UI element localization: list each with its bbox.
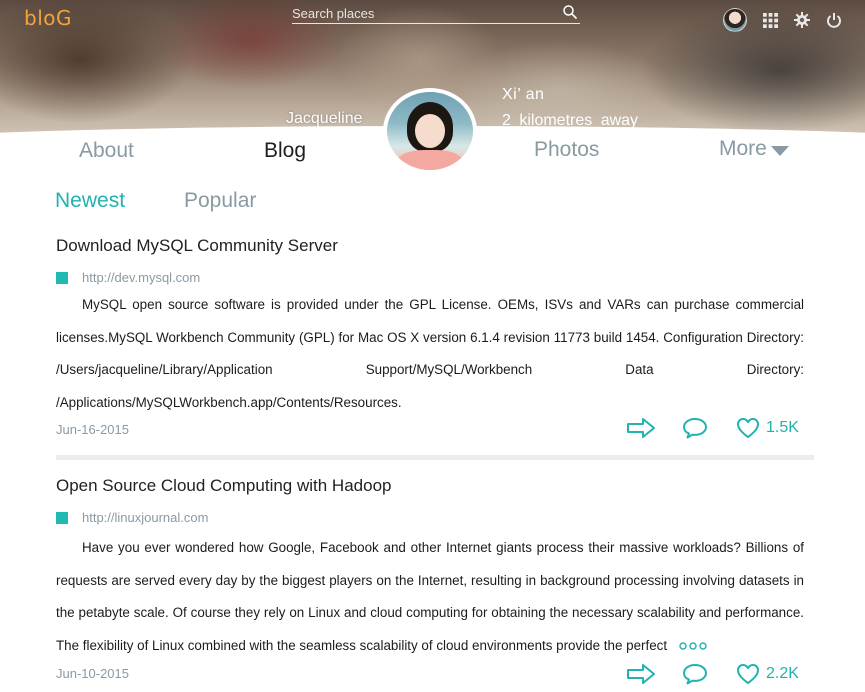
search-icon[interactable] (562, 4, 578, 20)
post-title[interactable]: Download MySQL Community Server (56, 236, 816, 256)
nav-photos[interactable]: Photos (534, 138, 599, 162)
post-body-text: Have you ever wondered how Google, Faceb… (56, 540, 804, 653)
like-button[interactable]: 2.2K (736, 663, 799, 685)
comment-icon (683, 418, 707, 439)
tab-newest[interactable]: Newest (55, 189, 125, 213)
post-body: Have you ever wondered how Google, Faceb… (56, 532, 804, 662)
share-button[interactable] (626, 663, 656, 685)
source-marker-icon (56, 271, 68, 284)
app-logo[interactable]: bloG (24, 6, 72, 30)
post-actions: 2.2K (626, 663, 799, 685)
post-actions: 1.5K (626, 417, 799, 439)
nav-more[interactable]: More (719, 137, 789, 161)
read-more-ellipsis-icon[interactable] (679, 641, 707, 651)
share-button[interactable] (626, 417, 656, 439)
share-arrow-icon (627, 664, 655, 684)
search-input[interactable] (292, 4, 552, 22)
post-date: Jun-10-2015 (56, 666, 129, 681)
heart-icon (737, 418, 759, 438)
tab-popular[interactable]: Popular (184, 189, 256, 213)
nav-blog[interactable]: Blog (264, 139, 306, 163)
nav-about[interactable]: About (79, 139, 134, 163)
profile-photo (387, 92, 473, 170)
comment-button[interactable] (656, 663, 708, 685)
blog-post: Download MySQL Community Server http://d… (56, 236, 816, 439)
power-icon[interactable] (825, 11, 843, 29)
post-url[interactable]: http://linuxjournal.com (82, 510, 208, 525)
blog-post: Open Source Cloud Computing with Hadoop … (56, 476, 816, 685)
post-date: Jun-16-2015 (56, 422, 129, 437)
source-marker-icon (56, 511, 68, 524)
search-bar[interactable] (292, 4, 580, 24)
share-arrow-icon (627, 418, 655, 438)
chevron-down-icon (770, 145, 789, 156)
profile-avatar[interactable] (383, 88, 477, 174)
comment-icon (683, 664, 707, 685)
location-distance: 2 kilometres away (502, 112, 639, 129)
gear-icon[interactable] (793, 11, 811, 29)
like-count: 2.2K (766, 665, 799, 682)
nav-more-label: More (719, 137, 767, 160)
header-actions (723, 8, 843, 32)
post-source: http://dev.mysql.com (56, 270, 200, 285)
profile-name: Jacqueline (286, 110, 363, 127)
post-url[interactable]: http://dev.mysql.com (82, 270, 200, 285)
heart-icon (737, 664, 759, 684)
grid-icon[interactable] (761, 11, 779, 29)
user-avatar[interactable] (723, 8, 747, 32)
comment-button[interactable] (656, 417, 708, 439)
like-button[interactable]: 1.5K (736, 417, 799, 439)
like-count: 1.5K (766, 419, 799, 436)
post-body: MySQL open source software is provided u… (56, 297, 804, 410)
post-source: http://linuxjournal.com (56, 510, 208, 525)
location-city: Xi’ an (502, 86, 545, 103)
post-title[interactable]: Open Source Cloud Computing with Hadoop (56, 476, 816, 496)
post-divider (56, 455, 814, 460)
